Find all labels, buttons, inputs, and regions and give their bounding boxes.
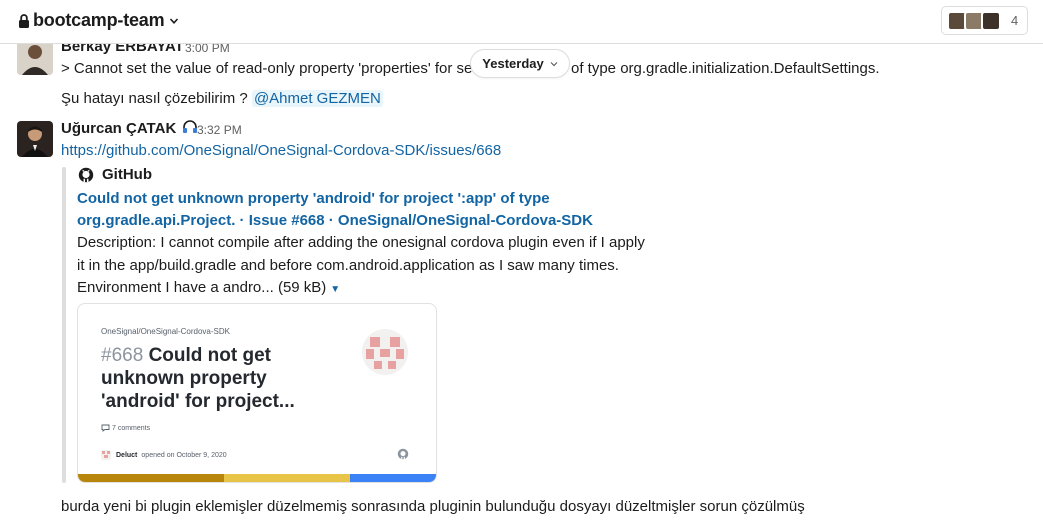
github-icon — [78, 167, 94, 182]
card-opened: opened on October 9, 2020 — [141, 451, 227, 459]
user-mention[interactable]: @Ahmet GEZMEN — [251, 90, 383, 107]
channel-header: bootcamp-team 4 — [0, 0, 1043, 44]
message-list[interactable]: Berkay ERBAYAT 3:00 PM > Cannot set the … — [0, 44, 1043, 522]
chevron-down-icon — [550, 61, 558, 66]
stripe-segment — [224, 474, 350, 482]
card-author-name: Deluct — [116, 451, 138, 459]
channel-name-button[interactable]: bootcamp-team — [18, 10, 179, 31]
date-divider-label: Yesterday — [482, 56, 544, 71]
github-icon — [397, 448, 409, 460]
message-text: Şu hatayı nasıl çözebilirim ? @Ahmet GEZ… — [61, 88, 383, 110]
unfurl-service: GitHub — [78, 166, 152, 183]
sender-name[interactable]: Uğurcan ÇATAK — [61, 120, 198, 137]
author-avatar-icon — [101, 450, 111, 460]
unfurl-description: Description: I cannot compile after addi… — [77, 234, 645, 251]
timestamp[interactable]: 3:32 PM — [197, 123, 242, 137]
stripe-segment — [78, 474, 224, 482]
members-button[interactable]: 4 — [941, 6, 1028, 35]
sender-name[interactable]: Berkay ERBAYAT — [61, 44, 184, 55]
identicon-icon — [362, 329, 408, 375]
channel-name: bootcamp-team — [33, 10, 165, 30]
avatar[interactable] — [17, 121, 53, 157]
card-language-stripe — [78, 474, 436, 482]
message-text: of type org.gradle.initialization.Defaul… — [571, 60, 880, 77]
chevron-down-icon — [170, 17, 179, 24]
unfurl-description: it in the app/build.gradle and before co… — [77, 257, 619, 274]
unfurl-bar — [62, 167, 66, 483]
card-issue-number: #668 — [101, 345, 144, 366]
caret-down-icon[interactable]: ▼ — [330, 284, 340, 295]
unfurl-service-name: GitHub — [102, 166, 152, 183]
message-text-part: Şu hatayı nasıl çözebilirim ? — [61, 90, 248, 107]
card-repo: OneSignal/OneSignal-Cordova-SDK — [101, 327, 230, 336]
unfurl-description-text: Environment I have a andro... (59 kB) — [77, 279, 327, 296]
message-link[interactable]: https://github.com/OneSignal/OneSignal-C… — [61, 140, 501, 162]
date-divider-button[interactable]: Yesterday — [470, 49, 570, 78]
message-text: > Cannot set the value of read-only prop… — [61, 60, 473, 77]
card-author: Deluct opened on October 9, 2020 — [101, 450, 227, 460]
avatar[interactable] — [17, 44, 53, 75]
card-comments-count: 7 comments — [112, 424, 151, 432]
card-title: #668 Could not get unknown property 'and… — [101, 344, 331, 413]
comment-icon — [101, 424, 110, 432]
card-comments: 7 comments — [101, 424, 150, 432]
member-avatar — [981, 10, 1001, 31]
sender-name-text: Uğurcan ÇATAK — [61, 120, 177, 137]
unfurl-title-link[interactable]: Could not get unknown property 'android'… — [77, 190, 550, 207]
unfurl-title-link[interactable]: org.gradle.api.Project. · Issue #668 · O… — [77, 212, 593, 229]
unfurl-preview-image[interactable]: OneSignal/OneSignal-Cordova-SDK #668 Cou… — [77, 303, 437, 483]
stripe-segment — [350, 474, 436, 482]
user-photo-icon — [17, 44, 53, 75]
member-count: 4 — [1011, 13, 1019, 28]
message-text: burda yeni bi plugin eklemişler düzelmem… — [61, 498, 805, 515]
unfurl-description: Environment I have a andro... (59 kB) ▼ — [77, 277, 340, 301]
user-photo-icon — [17, 121, 53, 157]
timestamp[interactable]: 3:00 PM — [185, 44, 230, 55]
lock-icon — [19, 13, 29, 28]
